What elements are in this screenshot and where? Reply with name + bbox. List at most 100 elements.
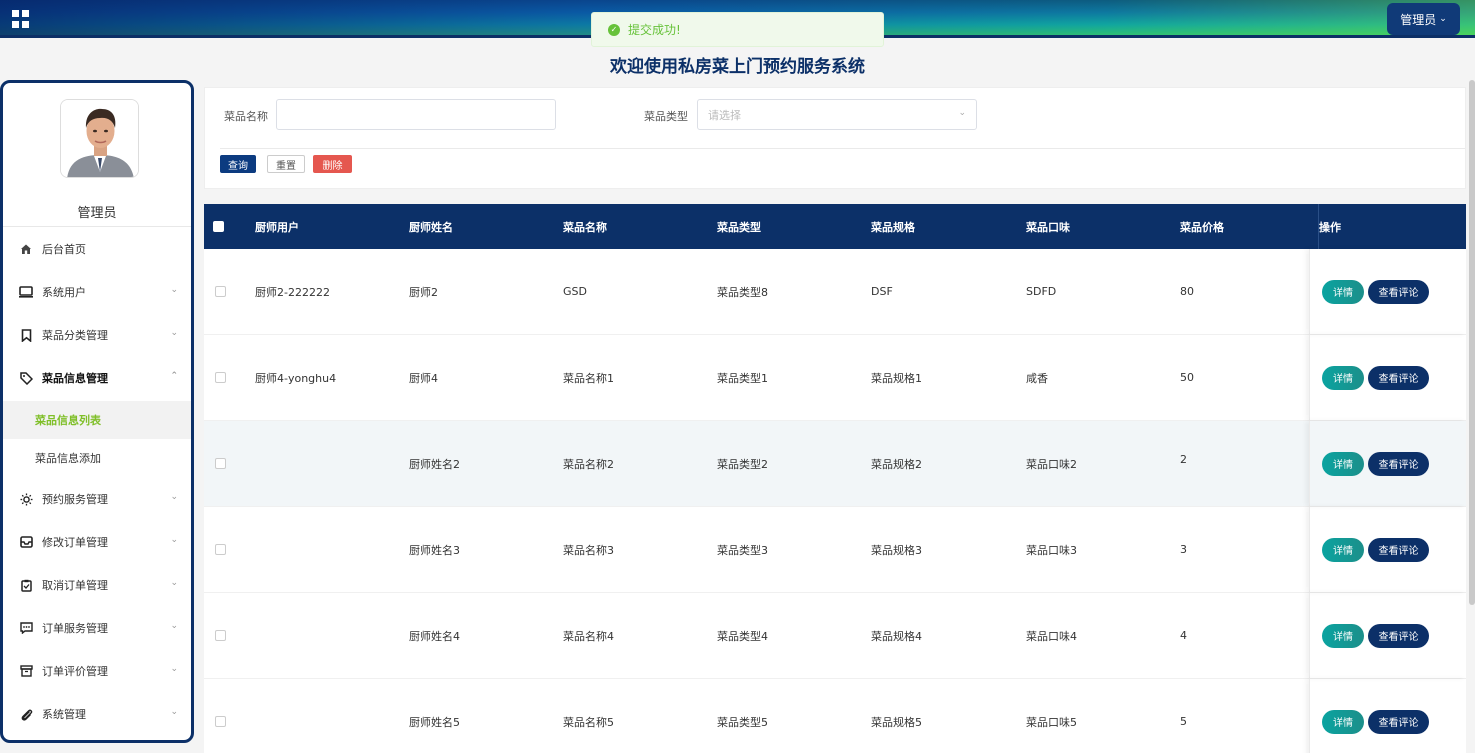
detail-button[interactable]: 详情 [1322,279,1364,304]
cell-dish-type: 菜品类型5 [717,715,768,729]
dish-table: 厨师用户 厨师姓名 菜品名称 菜品类型 菜品规格 菜品口味 菜品价格 操作 厨师… [204,204,1466,753]
cell-chef-name: 厨师姓名2 [409,457,460,471]
view-comments-button[interactable]: 查看评论 [1368,365,1429,390]
paperclip-icon [19,707,33,721]
sidebar-item-label: 系统用户 [42,286,86,299]
row-checkbox[interactable] [215,544,226,555]
detail-button[interactable]: 详情 [1322,365,1364,390]
sidebar-subitem-label: 菜品信息列表 [35,414,101,427]
sidebar-item-system-users[interactable]: 系统用户 ⌄ [3,272,191,312]
sidebar-item-order-review[interactable]: 订单评价管理 ⌄ [3,651,191,691]
table-header: 厨师用户 厨师姓名 菜品名称 菜品类型 菜品规格 菜品口味 菜品价格 操作 [204,204,1466,249]
cell-dish-name: 菜品名称1 [563,371,614,385]
avatar [60,99,139,178]
row-checkbox[interactable] [215,716,226,727]
sidebar-item-label: 菜品信息管理 [42,372,108,385]
table-row: 厨师姓名3 菜品名称3 菜品类型3 菜品规格3 菜品口味3 3 详情 查看评论 [204,507,1466,593]
cell-dish-spec: 菜品规格2 [871,457,922,471]
sidebar-item-label: 后台首页 [42,243,86,256]
sidebar-item-booking[interactable]: 预约服务管理 ⌄ [3,479,191,519]
sidebar-item-label: 修改订单管理 [42,536,108,549]
sidebar-item-cancel-order[interactable]: 取消订单管理 ⌄ [3,565,191,605]
sidebar-item-system-manage[interactable]: 系统管理 ⌄ [3,694,191,734]
select-all-checkbox[interactable] [213,221,224,232]
cell-chef-user: 厨师2-222222 [255,285,330,299]
cell-dish-price: 4 [1180,629,1187,642]
dish-type-select[interactable]: 请选择 ⌄ [697,99,977,130]
sidebar-item-label: 订单评价管理 [42,665,108,678]
column-header-actions: 操作 [1318,204,1466,249]
row-checkbox[interactable] [215,286,226,297]
column-header: 菜品口味 [1026,220,1070,234]
box-icon [19,664,33,678]
chevron-down-icon: ⌄ [170,664,178,674]
detail-button[interactable]: 详情 [1322,451,1364,476]
chevron-up-icon: ⌃ [170,371,178,381]
cell-dish-type: 菜品类型8 [717,285,768,299]
dish-name-input[interactable] [276,99,556,130]
monitor-icon [19,285,33,299]
detail-button[interactable]: 详情 [1322,623,1364,648]
cell-dish-price: 2 [1180,453,1187,466]
tag-icon [19,371,33,385]
view-comments-button[interactable]: 查看评论 [1368,279,1429,304]
row-checkbox[interactable] [215,458,226,469]
message-icon [19,621,33,635]
grid-menu-icon[interactable] [12,10,30,28]
sidebar-item-dashboard[interactable]: 后台首页 [3,229,191,269]
cell-dish-type: 菜品类型3 [717,543,768,557]
row-checkbox[interactable] [215,630,226,641]
admin-dropdown-label: 管理员 [1400,12,1437,27]
sidebar: 管理员 后台首页 系统用户 ⌄ 菜品分类管理 ⌄ 菜品信息管理 ⌃ 菜品信息列表… [0,80,194,743]
cell-dish-price: 50 [1180,371,1194,384]
chevron-down-icon: ⌄ [170,535,178,545]
sidebar-item-dish-category[interactable]: 菜品分类管理 ⌄ [3,315,191,355]
cell-dish-type: 菜品类型4 [717,629,768,643]
inbox-icon [19,535,33,549]
chevron-down-icon: ⌄ [170,578,178,588]
column-header: 厨师姓名 [409,220,453,234]
sidebar-user-name: 管理员 [77,206,117,221]
column-header: 菜品规格 [871,220,915,234]
sidebar-subitem-dish-list[interactable]: 菜品信息列表 [3,401,191,439]
cell-dish-name: 菜品名称2 [563,457,614,471]
cell-dish-spec: 菜品规格4 [871,629,922,643]
reset-button[interactable]: 重置 [267,155,305,173]
delete-button[interactable]: 删除 [313,155,352,173]
sidebar-subitem-dish-add[interactable]: 菜品信息添加 [3,439,191,477]
dish-type-label: 菜品类型 [644,110,688,123]
sidebar-item-dish-info[interactable]: 菜品信息管理 ⌃ [3,358,191,398]
detail-button[interactable]: 详情 [1322,709,1364,734]
page-title: 欢迎使用私房菜上门预约服务系统 [610,57,865,77]
cell-chef-user: 厨师4-yonghu4 [255,371,337,385]
view-comments-button[interactable]: 查看评论 [1368,709,1429,734]
view-comments-button[interactable]: 查看评论 [1368,623,1429,648]
divider [3,226,191,227]
toast-message: 提交成功! [628,23,681,37]
table-row: 厨师4-yonghu4 厨师4 菜品名称1 菜品类型1 菜品规格1 咸香 50 … [204,335,1466,421]
page-scrollbar[interactable] [1469,80,1475,605]
cell-dish-name: 菜品名称4 [563,629,614,643]
column-header: 菜品名称 [563,220,607,234]
dish-name-label: 菜品名称 [224,110,268,123]
cell-dish-name: 菜品名称3 [563,543,614,557]
cell-dish-flavor: 菜品口味2 [1026,457,1077,471]
cell-dish-flavor: 咸香 [1026,371,1048,385]
table-row: 厨师2-222222 厨师2 GSD 菜品类型8 DSF SDFD 80 详情 … [204,249,1466,335]
column-header: 厨师用户 [255,220,299,234]
admin-dropdown-button[interactable]: 管理员 ⌄ [1387,3,1460,35]
cell-dish-name: GSD [563,285,587,298]
table-row: 厨师姓名4 菜品名称4 菜品类型4 菜品规格4 菜品口味4 4 详情 查看评论 [204,593,1466,679]
sidebar-item-order-service[interactable]: 订单服务管理 ⌄ [3,608,191,648]
view-comments-button[interactable]: 查看评论 [1368,537,1429,562]
view-comments-button[interactable]: 查看评论 [1368,451,1429,476]
sidebar-subitem-label: 菜品信息添加 [35,452,101,465]
row-checkbox[interactable] [215,372,226,383]
check-circle-icon: ✓ [608,23,620,36]
sidebar-item-modify-order[interactable]: 修改订单管理 ⌄ [3,522,191,562]
detail-button[interactable]: 详情 [1322,537,1364,562]
query-button[interactable]: 查询 [220,155,256,173]
clipboard-icon [19,578,33,592]
cell-dish-price: 5 [1180,715,1187,728]
cell-dish-spec: 菜品规格5 [871,715,922,729]
